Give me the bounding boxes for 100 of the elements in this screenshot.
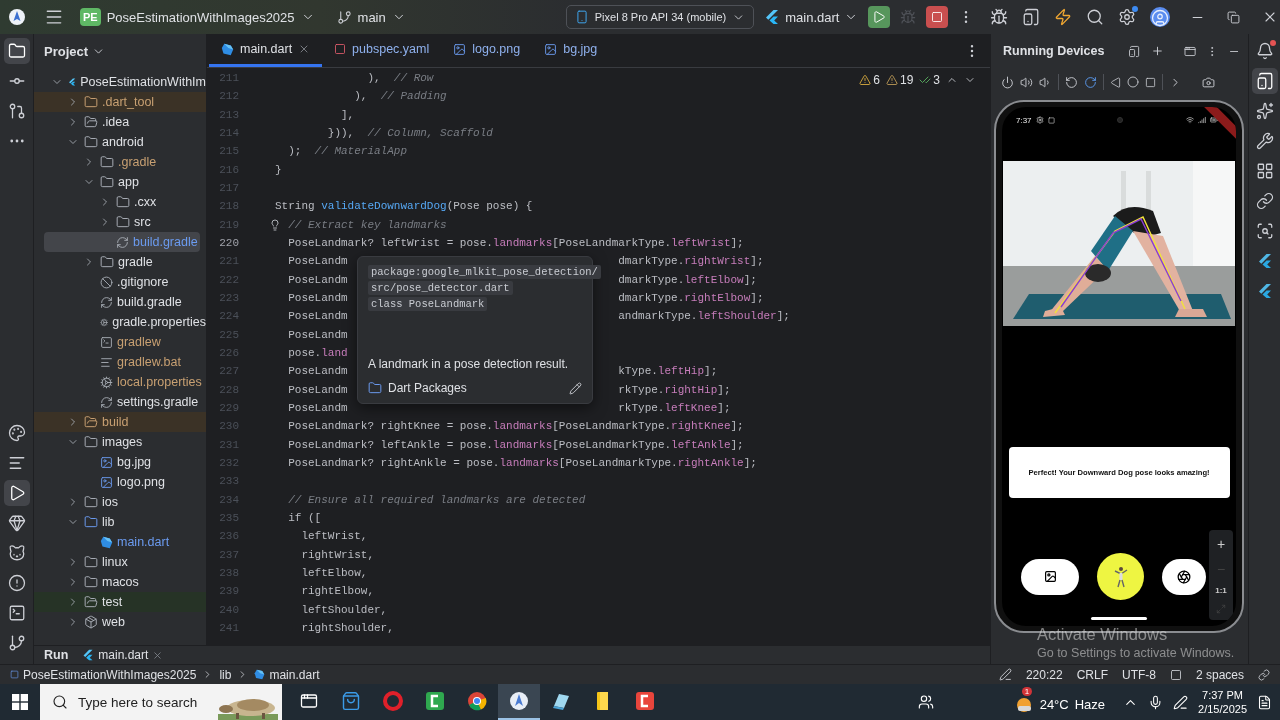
code-line: ), // Row	[366, 72, 434, 85]
code-line: ); // MaterialApp	[287, 145, 408, 158]
tree-item[interactable]: .dart_tool	[34, 92, 206, 112]
tree-item[interactable]: linux	[34, 552, 206, 572]
tree-item[interactable]: .gitignore	[34, 272, 206, 292]
tree-item[interactable]: android	[34, 132, 206, 152]
tree-item[interactable]: settings.gradle	[34, 392, 206, 412]
code-line: rightShoulder,	[300, 622, 394, 634]
code-fragment: PoseLandm	[287, 273, 348, 286]
tree-item[interactable]: .idea	[34, 112, 206, 132]
editor-tab[interactable]: bg.jpg	[532, 34, 623, 67]
tree-item[interactable]: .gradle	[34, 152, 206, 172]
code-fragment: PoseLandm	[287, 383, 348, 396]
indent-setting[interactable]: 2 spaces	[1195, 667, 1244, 682]
code-line: rightWrist,	[300, 548, 375, 561]
tree-item[interactable]: images	[34, 432, 206, 452]
code-fragment: andmarkType.leftShoulder];	[618, 310, 790, 323]
run-configuration[interactable]: main.dart	[785, 9, 840, 25]
weather-widget[interactable]: 1 24°C Haze	[1013, 686, 1106, 718]
branch-name[interactable]: main	[357, 9, 386, 25]
clock[interactable]: 7:37 PM 2/15/2025	[1198, 688, 1247, 716]
code-line: PoseLandmark? rightKnee = pose.landmarks[PoseLandmarkType.rightKnee];	[287, 420, 744, 433]
tree-item[interactable]: web	[34, 612, 206, 632]
code-fragment: PoseLandm	[287, 292, 348, 305]
tree-item[interactable]: build.gradle	[34, 292, 206, 312]
code-fragment: dmarkType.leftElbow];	[618, 273, 757, 286]
code-line: ), // Padding	[353, 90, 447, 103]
code-fragment: PoseLandm	[287, 365, 348, 378]
code-line: leftElbow,	[300, 567, 368, 579]
search-field[interactable]: Type here to search	[78, 694, 208, 710]
tree-item[interactable]: logo.png	[34, 472, 206, 492]
description-text: A landmark in a pose detection result.	[368, 357, 570, 371]
device-selector[interactable]: Pixel 8 Pro API 34 (mobile)	[565, 5, 755, 29]
breadcrumb[interactable]: lib	[219, 667, 232, 682]
activation-text: Go to Settings to activate Windows.	[1037, 646, 1235, 660]
weak-warning-count[interactable]: 19	[885, 73, 914, 87]
weather-condition: Haze	[1074, 696, 1106, 712]
code-fragment: kType.leftHip];	[618, 365, 718, 378]
panel-title[interactable]: Project	[44, 43, 89, 59]
line-ending[interactable]: CRLF	[1076, 667, 1108, 682]
tree-item[interactable]: gradle	[34, 252, 206, 272]
typo-count[interactable]: 3	[919, 73, 940, 87]
tree-item[interactable]: build	[34, 412, 206, 432]
tree-item[interactable]: macos	[34, 572, 206, 592]
code-line: PoseLandm	[287, 328, 348, 341]
tree-item[interactable]: ios	[34, 492, 206, 512]
zoom-control[interactable]: 1:1	[1215, 585, 1227, 595]
editor-tab[interactable]: logo.png	[441, 34, 533, 67]
code-line: leftWrist,	[300, 530, 368, 543]
code-line: })), // Column, Scaffold	[326, 127, 493, 140]
temperature: 24°C	[1039, 696, 1069, 712]
code-fragment: dmarkType.rightElbow];	[618, 292, 764, 305]
source-label: Dart Packages	[388, 381, 467, 395]
tree-item[interactable]: PoseEstimationWithIm	[34, 72, 206, 92]
status-time: 7:37	[1016, 115, 1032, 125]
code-fragment: PoseLandm	[287, 402, 348, 415]
tree-item[interactable]: src	[34, 212, 206, 232]
tree-item[interactable]: gradlew	[34, 332, 206, 352]
tree-item[interactable]: gradle.properties	[34, 312, 206, 332]
code-line: PoseLandmark? leftAnkle = pose.landmarks[PoseLandmarkType.leftAnkle];	[287, 438, 744, 451]
code-fragment: rkType.leftKnee];	[618, 402, 731, 415]
tree-item[interactable]: gradlew.bat	[34, 352, 206, 372]
weather-badge: 1	[1021, 687, 1033, 696]
run-panel-title[interactable]: Run	[44, 648, 69, 662]
code-fragment: rkType.rightHip];	[618, 383, 731, 396]
editor-tab[interactable]: pubspec.yaml	[322, 34, 442, 67]
file-encoding[interactable]: UTF-8	[1121, 667, 1156, 682]
editor-tab[interactable]: main.dart	[209, 34, 323, 67]
code-line: leftShoulder,	[300, 603, 388, 616]
zoom-control[interactable]: +	[1216, 536, 1226, 553]
tree-item[interactable]: app	[34, 172, 206, 192]
run-tab[interactable]: main.dart	[82, 648, 164, 662]
cursor-position[interactable]: 220:22	[1025, 667, 1063, 682]
code-fragment: PoseLandm	[287, 255, 348, 268]
code-line: PoseLandmark? leftWrist = pose.landmarks[PoseLandmarkType.leftWrist];	[287, 237, 744, 250]
project-badge: PE	[80, 8, 101, 26]
code-line: ],	[340, 108, 355, 121]
code-line: if ([	[287, 512, 322, 525]
search-bar[interactable]: Type here to search	[40, 684, 282, 720]
code-line: }	[275, 163, 282, 176]
tree-item[interactable]: main.dart	[34, 532, 206, 552]
project-name[interactable]: PoseEstimationWithImages2025	[106, 9, 295, 25]
breadcrumb[interactable]: PoseEstimationWithImages2025	[10, 667, 197, 682]
code-line: // Extract key landmarks	[287, 218, 447, 231]
line-number: 220	[218, 237, 239, 250]
code-line: // Ensure all required landmarks are detected	[287, 493, 586, 506]
tree-item[interactable]: bg.jpg	[34, 452, 206, 472]
code-line: pose.land	[287, 347, 348, 360]
code-line: PoseLandmark? rightAnkle = pose.landmarks[PoseLandmarkType.rightAnkle];	[287, 457, 757, 470]
breadcrumb[interactable]: main.dart	[254, 667, 320, 682]
tree-item[interactable]: local.properties	[34, 372, 206, 392]
warning-count[interactable]: 6	[859, 73, 880, 87]
tree-item[interactable]: .cxx	[34, 192, 206, 212]
tree-item[interactable]: lib	[34, 512, 206, 532]
code-fragment: PoseLandm	[287, 310, 348, 323]
code-fragment: dmarkType.rightWrist];	[618, 255, 764, 268]
panel-title: Running Devices	[1003, 44, 1105, 58]
tree-item[interactable]: build.gradle	[44, 232, 200, 252]
tree-item[interactable]: test	[34, 592, 206, 612]
code-line: String validateDownwardDog(Pose pose) {	[275, 200, 533, 213]
